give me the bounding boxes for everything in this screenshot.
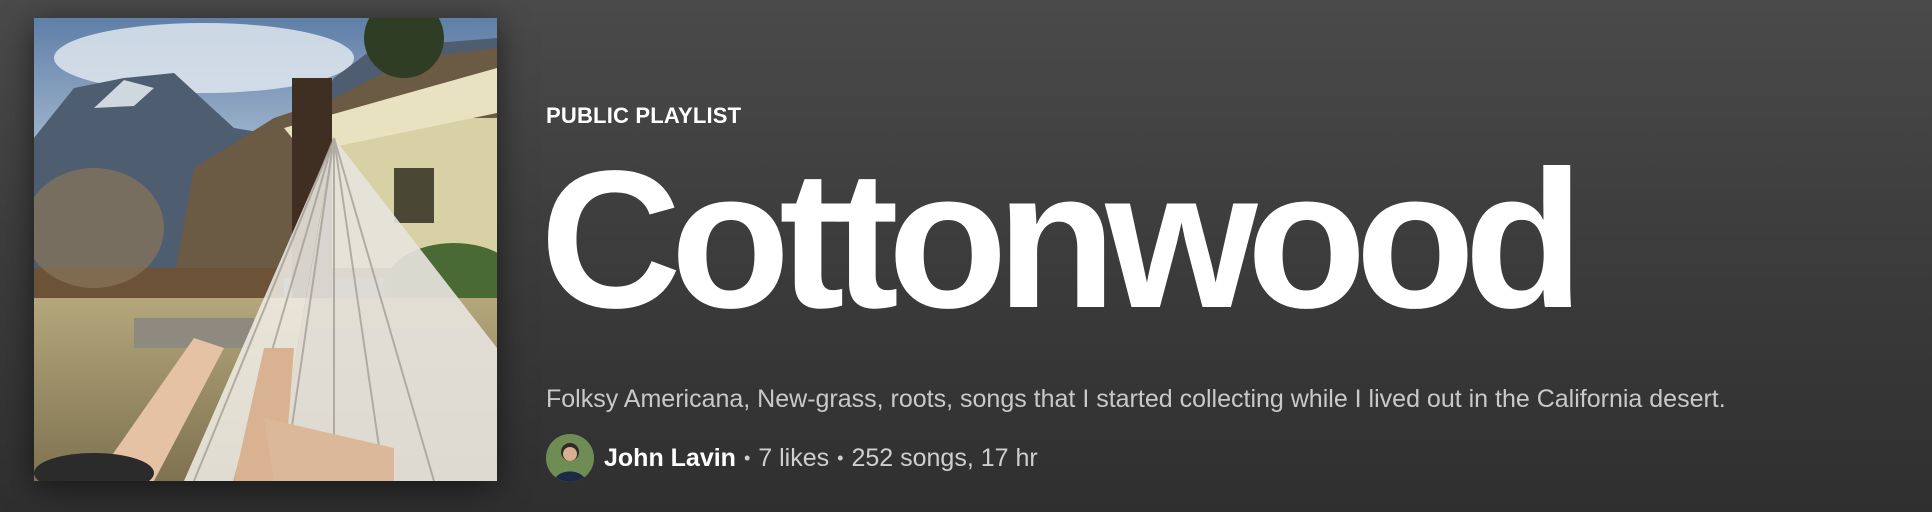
- separator-dot: •: [837, 447, 844, 468]
- likes-count: 7 likes: [758, 443, 830, 472]
- playlist-type-label: PUBLIC PLAYLIST: [546, 103, 742, 128]
- separator-dot: •: [743, 447, 751, 468]
- owner-avatar[interactable]: [546, 434, 594, 482]
- songs-duration: 252 songs, 17 hr: [851, 443, 1038, 472]
- owner-name-link[interactable]: John Lavin: [604, 444, 736, 473]
- playlist-meta: John Lavin • 7 likes • 252 songs, 17 hr: [546, 434, 1038, 482]
- playlist-description: Folksy Americana, New-grass, roots, song…: [546, 385, 1726, 413]
- playlist-cover-image[interactable]: [34, 18, 497, 481]
- playlist-header: PUBLIC PLAYLIST Cottonwood Folksy Americ…: [0, 0, 1932, 512]
- playlist-info: PUBLIC PLAYLIST Cottonwood Folksy Americ…: [540, 0, 1916, 512]
- playlist-title[interactable]: Cottonwood: [540, 142, 1584, 338]
